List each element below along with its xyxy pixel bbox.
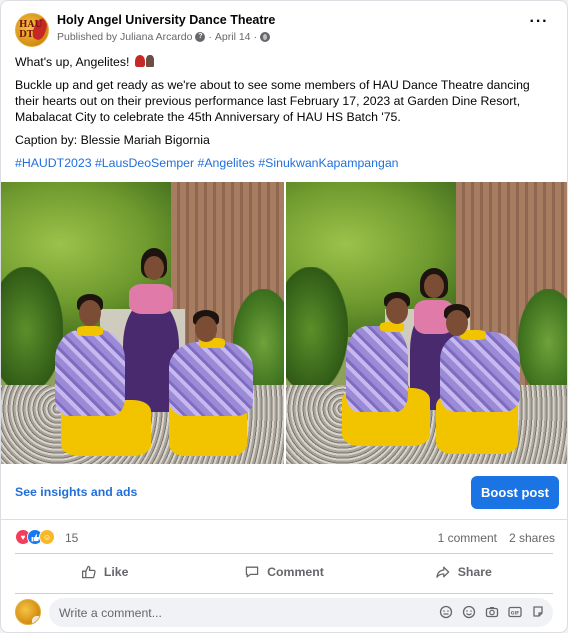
dancer-emoji-icon [134, 55, 145, 67]
photo-plant-right [518, 289, 567, 397]
composer-icons: GIF [439, 605, 545, 619]
insights-bar: See insights and ads Boost post [1, 464, 567, 520]
dancer-man-left-shirt [346, 326, 408, 412]
post-text: What's up, Angelites! Buckle up and get … [15, 54, 551, 178]
post-card: HAU DT Holy Angel University Dance Theat… [0, 0, 568, 633]
published-by: Published by Juliana Arcardo [57, 31, 193, 43]
page-name[interactable]: Holy Angel University Dance Theatre [57, 13, 275, 27]
comment-label: Comment [267, 564, 324, 579]
more-options-button[interactable]: ··· [529, 14, 549, 33]
comment-button[interactable]: Comment [194, 554, 373, 589]
dancer-man-left-collar [77, 326, 103, 336]
dancer-man-right-shirt [440, 332, 520, 412]
photo-right[interactable] [286, 182, 567, 464]
chevron-down-icon[interactable] [32, 616, 40, 624]
globe-icon [260, 32, 271, 42]
post-meta: Published by Juliana Arcardo ? · April 1… [57, 31, 271, 43]
dancer-woman-head [144, 256, 164, 280]
dancer-woman-top [129, 284, 173, 314]
reactions-summary: ♥ ☺ 15 1 comment 2 shares [15, 529, 555, 547]
action-bar: Like Comment Share [15, 553, 553, 589]
dancer-man-left-head [386, 298, 408, 324]
like-button[interactable]: Like [15, 554, 194, 589]
engagement-counts: 1 comment 2 shares [438, 531, 555, 545]
meta-separator: · [208, 31, 212, 43]
photo-grid [1, 182, 567, 464]
share-label: Share [457, 564, 492, 579]
man-dancing-emoji-icon [145, 55, 154, 67]
avatar-logo-text: HAU DT [19, 20, 43, 40]
dancer-man-right-head [195, 316, 217, 342]
see-insights-link[interactable]: See insights and ads [15, 485, 137, 499]
photo-left[interactable] [1, 182, 284, 464]
post-paragraph: Buckle up and get ready as we're about t… [15, 78, 530, 124]
meta-separator: · [253, 31, 258, 43]
comment-composer: GIF [15, 593, 553, 629]
dancer-man-right-head [446, 310, 468, 336]
boost-post-button[interactable]: Boost post [471, 476, 559, 509]
dancer-woman-head [424, 274, 444, 298]
greeting-text: What's up, Angelites! [15, 55, 130, 69]
reaction-icons[interactable]: ♥ ☺ [15, 529, 55, 545]
avatar-sticker-icon[interactable] [439, 605, 453, 619]
dancer-man-left-collar [380, 322, 404, 332]
comment-count[interactable]: 1 comment [438, 531, 497, 545]
dancer-man-right-shirt [169, 342, 253, 416]
share-count[interactable]: 2 shares [509, 531, 555, 545]
post-date[interactable]: April 14 [215, 31, 251, 43]
greeting-line: What's up, Angelites! [15, 54, 551, 70]
share-arrow-icon [436, 566, 449, 578]
emoji-icon[interactable] [462, 605, 476, 619]
photo-plant-left [1, 266, 64, 394]
svg-text:GIF: GIF [511, 610, 519, 616]
dancer-man-left-shirt [55, 330, 125, 416]
commenter-avatar[interactable] [15, 599, 41, 625]
share-button[interactable]: Share [374, 554, 553, 589]
thumbs-up-icon [81, 565, 96, 578]
gif-icon[interactable]: GIF [508, 605, 522, 619]
post-caption: Caption by: Blessie Mariah Bigornia [15, 133, 210, 147]
info-icon[interactable]: ? [195, 32, 206, 42]
page-avatar[interactable]: HAU DT [15, 13, 49, 47]
dancer-man-left-head [79, 300, 101, 326]
reaction-count[interactable]: 15 [65, 531, 78, 545]
photo-plant-left [286, 266, 349, 394]
post-hashtags[interactable]: #HAUDT2023 #LausDeoSemper #Angelites #Si… [15, 155, 551, 171]
camera-icon[interactable] [485, 605, 499, 619]
post-header: HAU DT Holy Angel University Dance Theat… [15, 11, 553, 49]
sticker-icon[interactable] [531, 605, 545, 619]
care-reaction-icon: ☺ [39, 529, 55, 545]
like-label: Like [103, 564, 129, 579]
comment-bubble-icon [245, 566, 259, 577]
